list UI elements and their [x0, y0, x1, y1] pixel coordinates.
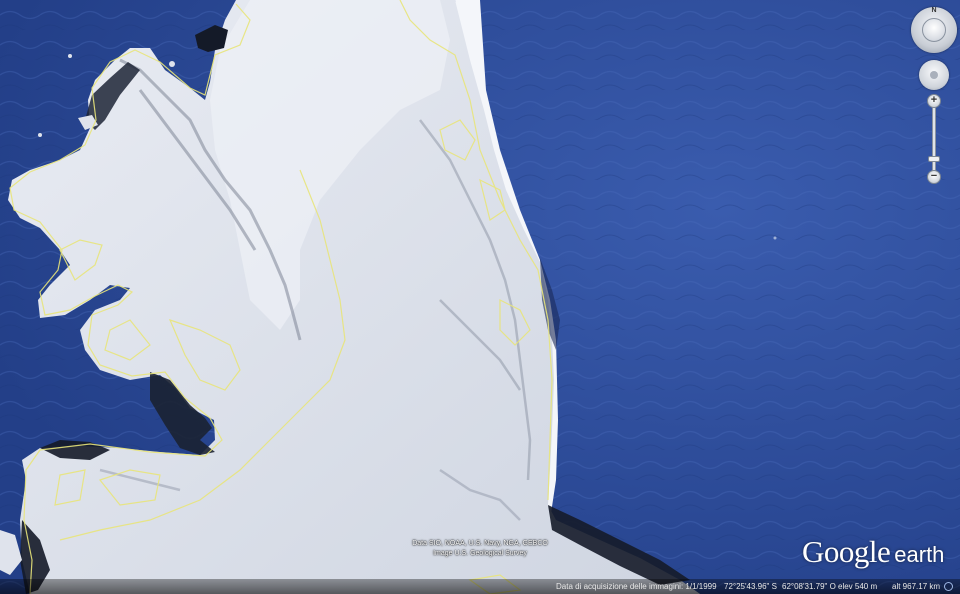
island — [169, 61, 175, 67]
eye-altitude-readout: alt 967.17 km — [892, 582, 941, 591]
zoom-thumb[interactable] — [928, 156, 940, 162]
zoom-in-button[interactable]: + — [927, 94, 941, 108]
longitude-readout: 62°08'31.79" O — [782, 582, 836, 591]
compass-ring-icon[interactable]: N — [911, 7, 957, 53]
satellite-map[interactable] — [0, 0, 960, 594]
map-viewport[interactable]: N + − Data SIO, NOAA, U.S. Navy, NGA, GE… — [0, 0, 960, 594]
island — [25, 457, 31, 463]
look-joystick-icon[interactable] — [919, 60, 949, 90]
move-joystick-icon[interactable] — [922, 18, 946, 42]
look-center-icon — [930, 71, 938, 79]
elevation-readout: elev 540 m — [838, 582, 878, 591]
island — [773, 236, 777, 240]
attribution-data-credit: Data SIO, NOAA, U.S. Navy, NGA, GEBCO — [412, 540, 548, 547]
island — [38, 133, 42, 137]
logo-earth: earth — [894, 542, 945, 567]
google-earth-logo: Google earth — [802, 534, 944, 574]
zoom-out-button[interactable]: − — [927, 170, 941, 184]
status-bar: Data di acquisizione delle immagini: 1/1… — [0, 579, 960, 594]
zoom-slider-icon[interactable]: + − — [927, 94, 941, 184]
island — [68, 54, 72, 58]
streaming-status-icon — [944, 582, 953, 591]
north-indicator[interactable]: N — [930, 6, 938, 15]
imagery-attribution: Data SIO, NOAA, U.S. Navy, NGA, GEBCO Im… — [380, 539, 580, 559]
zoom-track[interactable] — [932, 106, 936, 172]
logo-google: Google — [802, 534, 891, 569]
attribution-image-credit: Image U.S. Geological Survey — [433, 550, 527, 557]
imagery-date: Data di acquisizione delle immagini: 1/1… — [556, 582, 717, 591]
latitude-readout: 72°25'43.96" S — [724, 582, 777, 591]
